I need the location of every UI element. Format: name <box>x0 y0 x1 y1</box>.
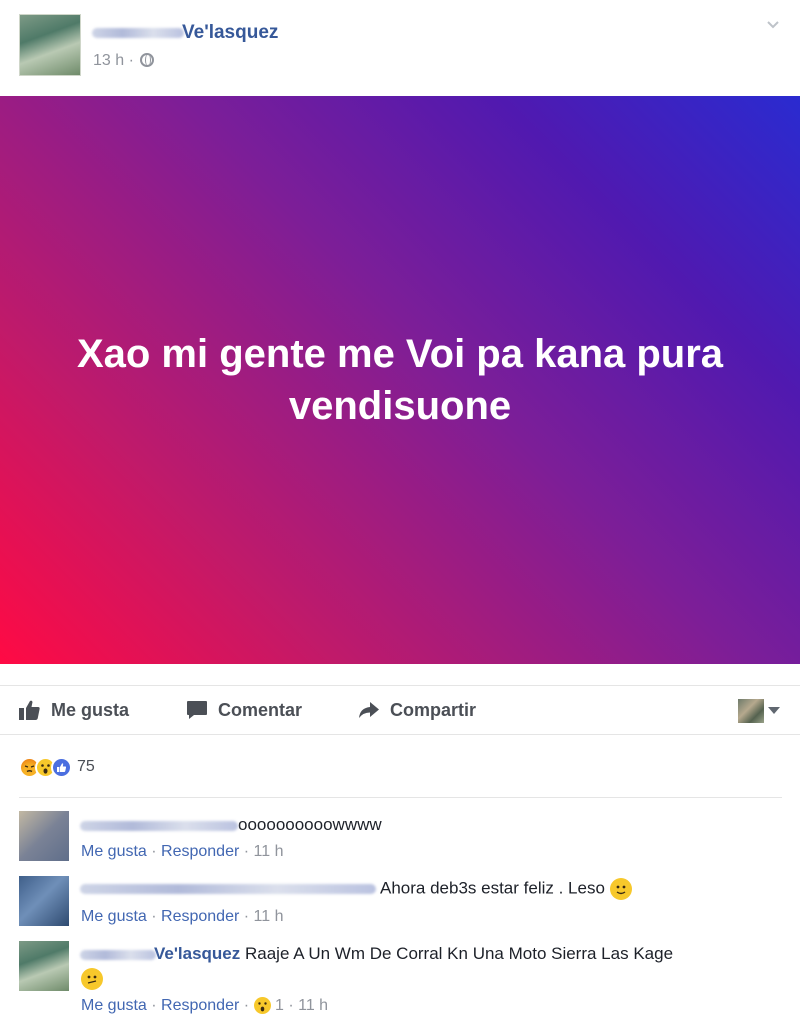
comment-meta: Me gusta · Responder · 1 · 11 h <box>81 997 329 1015</box>
comment-button[interactable]: Comentar <box>186 698 302 722</box>
share-arrow-icon <box>359 702 379 718</box>
blurred-name <box>80 949 156 960</box>
author-name-suffix: Ve'lasquez <box>182 22 279 43</box>
comment-like-link[interactable]: Me gusta <box>81 843 147 860</box>
commenter-avatar[interactable] <box>19 811 69 861</box>
comment-body: Ve'lasquez Raaje A Un Wm De Corral Kn Un… <box>80 944 673 964</box>
reactions-summary[interactable]: 75 <box>19 755 95 779</box>
comment-reaction-count[interactable]: 1 <box>275 997 284 1014</box>
post-text: Xao mi gente me Voi pa kana pura vendisu… <box>76 332 724 428</box>
comment-emoji-line <box>81 968 103 990</box>
blurred-name <box>92 27 184 38</box>
like-button[interactable]: Me gusta <box>19 698 129 722</box>
comment-time[interactable]: 11 h <box>298 997 328 1014</box>
comment-meta: Me gusta · Responder · 11 h <box>81 908 284 925</box>
commenter-name-suffix: Ve'lasquez <box>154 944 241 963</box>
globe-icon <box>140 53 155 67</box>
commenter-avatar[interactable] <box>19 876 69 926</box>
separator: · <box>128 52 134 69</box>
comment-icon <box>187 701 207 719</box>
blurred-name[interactable] <box>80 884 376 894</box>
viewer-avatar[interactable] <box>738 699 764 723</box>
comment-text: Ahora deb3s estar feliz . Leso <box>380 878 605 898</box>
divider <box>19 797 782 798</box>
comment: oooooooooowwww Me gusta · Responder · 11… <box>19 811 782 863</box>
caret-down-icon[interactable] <box>768 707 780 714</box>
comment-reply-link[interactable]: Responder <box>161 843 239 860</box>
author-avatar[interactable] <box>19 14 81 76</box>
post-time: 13 h <box>93 52 125 69</box>
share-label: Compartir <box>390 699 477 720</box>
post-background-banner: Xao mi gente me Voi pa kana pura vendisu… <box>0 96 800 664</box>
comment-text: Raaje A Un Wm De Corral Kn Una Moto Sier… <box>245 944 674 963</box>
comment-body: Ahora deb3s estar feliz . Leso <box>80 878 632 900</box>
comment-like-link[interactable]: Me gusta <box>81 997 147 1014</box>
post-timestamp[interactable]: 13 h · <box>93 52 155 70</box>
reaction-count: 75 <box>77 758 95 775</box>
author-name[interactable]: Ve'lasquez <box>92 22 278 44</box>
comment-text: oooooooooowwww <box>238 815 382 834</box>
post-header: Ve'lasquez 13 h · <box>0 0 800 96</box>
comment-reply-link[interactable]: Responder <box>161 997 239 1014</box>
share-button[interactable]: Compartir <box>358 698 476 722</box>
confused-emoji-icon <box>81 968 103 990</box>
wow-icon <box>253 997 271 1015</box>
comment-like-link[interactable]: Me gusta <box>81 908 147 925</box>
comment-time[interactable]: 11 h <box>254 908 284 925</box>
comment-body: oooooooooowwww <box>80 815 382 835</box>
blurred-name[interactable] <box>80 820 238 831</box>
comment-time[interactable]: 11 h <box>254 843 284 860</box>
comment: Ve'lasquez Raaje A Un Wm De Corral Kn Un… <box>19 941 782 1017</box>
action-bar: Me gusta Comentar Compartir <box>0 685 800 735</box>
comment-label: Comentar <box>218 699 303 720</box>
thumbs-up-icon <box>19 700 40 720</box>
comment-meta: Me gusta · Responder · 11 h <box>81 843 284 860</box>
like-icon <box>51 756 72 778</box>
like-label: Me gusta <box>51 699 130 720</box>
chevron-down-icon[interactable] <box>766 18 780 32</box>
commenter-name[interactable]: Ve'lasquez <box>80 944 240 963</box>
comment: Ahora deb3s estar feliz . Leso Me gusta … <box>19 876 782 928</box>
slightly-smiling-emoji-icon <box>609 878 632 900</box>
comment-reply-link[interactable]: Responder <box>161 908 239 925</box>
commenter-avatar[interactable] <box>19 941 69 991</box>
